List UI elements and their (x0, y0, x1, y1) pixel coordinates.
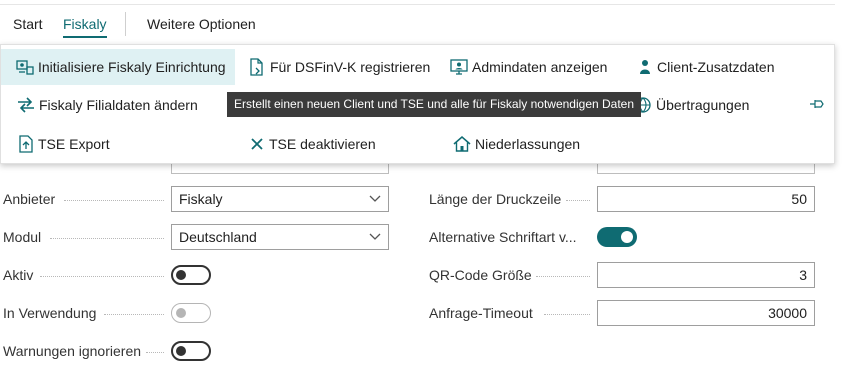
menu-item-label: Client-Zusatzdaten (657, 59, 775, 75)
export-document-icon (19, 135, 33, 153)
toggle-knob (621, 231, 633, 243)
tooltip: Erstellt einen neuen Client und TSE und … (227, 92, 642, 117)
top-divider (0, 4, 835, 5)
aktiv-label: Aktiv (3, 267, 34, 283)
menu-item-change-branch[interactable]: Fiskaly Filialdaten ändern (17, 87, 198, 123)
menu-item-label: Für DSFinV-K registrieren (270, 59, 431, 75)
modul-dots (50, 236, 164, 239)
close-icon (251, 138, 263, 150)
menu-item-transfers[interactable]: Übertragungen (634, 87, 749, 123)
timeout-dots (544, 312, 590, 315)
anbieter-select[interactable]: Fiskaly (171, 186, 389, 212)
menu-item-label: TSE deaktivieren (269, 136, 376, 152)
modul-select[interactable]: Deutschland (171, 224, 389, 250)
menu-item-show-admin[interactable]: Admindaten anzeigen (450, 49, 607, 85)
timeout-label: Anfrage-Timeout (429, 305, 533, 321)
tab-start[interactable]: Start (13, 14, 43, 34)
toggle-knob (176, 346, 186, 356)
aktiv-toggle[interactable] (171, 265, 211, 285)
arrows-swap-icon (18, 97, 34, 113)
line-length-input[interactable]: 50 (597, 186, 815, 212)
modul-label: Modul (3, 229, 42, 245)
menu-item-client-data[interactable]: Client-Zusatzdaten (637, 49, 775, 85)
tab-fiskaly[interactable]: Fiskaly (63, 14, 107, 38)
house-icon (453, 136, 471, 152)
menu-item-label: Übertragungen (656, 97, 750, 113)
alt-font-toggle[interactable] (597, 227, 637, 247)
menu-item-label: Admindaten anzeigen (472, 59, 608, 75)
person-icon (640, 60, 650, 74)
toggle-knob (176, 308, 186, 318)
aktiv-dots (40, 274, 164, 277)
qr-size-dots (536, 274, 590, 277)
line-length-dots (566, 198, 590, 201)
menu-item-label: TSE Export (38, 136, 110, 152)
qr-size-input[interactable]: 3 (597, 262, 815, 288)
menu-item-label: Fiskaly Filialdaten ändern (39, 97, 198, 113)
setup-wizard-icon (16, 60, 34, 75)
warnings-dots (146, 350, 164, 353)
alt-font-label: Alternative Schriftart v... (429, 229, 577, 245)
menu-item-tse-export[interactable]: TSE Export (18, 126, 110, 162)
line-length-label: Länge der Druckzeile (429, 191, 562, 207)
anbieter-value: Fiskaly (179, 191, 223, 207)
tab-separator (125, 12, 126, 36)
qr-size-label: QR-Code Größe (429, 267, 532, 283)
pin-icon[interactable] (809, 98, 825, 110)
anbieter-label: Anbieter (3, 191, 56, 207)
menu-item-label: Niederlassungen (475, 136, 581, 152)
menu-item-register-dsfinv[interactable]: Für DSFinV-K registrieren (248, 49, 430, 85)
menu-item-label: Initialisiere Fiskaly Einrichtung (38, 59, 226, 75)
document-register-icon (250, 58, 263, 76)
in-use-dots (104, 312, 164, 315)
modul-value: Deutschland (179, 229, 257, 245)
menu-item-tse-deactivate[interactable]: TSE deaktivieren (249, 126, 376, 162)
monitor-admin-icon (450, 59, 468, 75)
warnings-toggle[interactable] (171, 341, 211, 361)
menu-item-branches[interactable]: Niederlassungen (453, 126, 580, 162)
tab-more-options[interactable]: Weitere Optionen (147, 14, 256, 34)
menu-item-init-fiskaly[interactable]: Initialisiere Fiskaly Einrichtung (1, 49, 235, 85)
chevron-down-icon (369, 233, 381, 240)
toggle-knob (176, 270, 186, 280)
timeout-input[interactable]: 30000 (597, 300, 815, 326)
anbieter-dots (64, 198, 164, 201)
warnings-label: Warnungen ignorieren (3, 343, 142, 359)
chevron-down-icon (369, 195, 381, 202)
in-use-toggle (171, 303, 211, 323)
in-use-label: In Verwendung (3, 305, 97, 321)
